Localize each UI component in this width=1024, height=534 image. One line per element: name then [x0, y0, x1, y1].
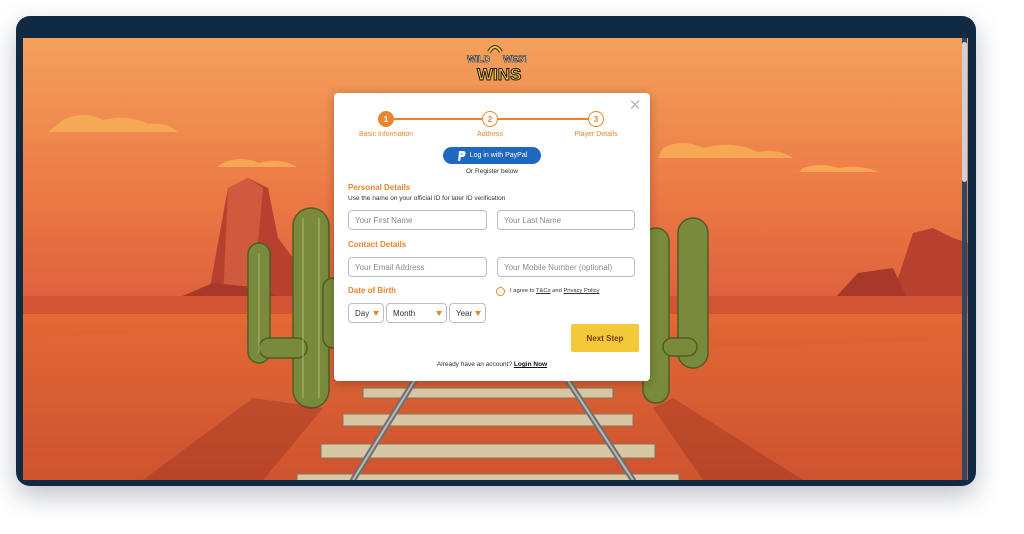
mobile-field[interactable]: Your Mobile Number (optional)	[497, 257, 635, 277]
step-1-label: Basic Information	[358, 131, 414, 138]
browser-frame: WILD WEST WINS ✕ 1 Basic Information 2 A…	[16, 16, 976, 486]
step-3-label: Player Details	[574, 131, 618, 138]
stepper-line-2	[498, 118, 596, 120]
dob-day-value: Day	[355, 308, 370, 318]
next-step-button[interactable]: Next Step	[571, 324, 639, 352]
wild-west-wins-logo[interactable]: WILD WEST WINS	[463, 44, 527, 84]
svg-text:WEST: WEST	[503, 54, 527, 64]
last-name-field[interactable]: Your Last Name	[497, 210, 635, 230]
dob-month-value: Month	[393, 308, 416, 318]
page-viewport: WILD WEST WINS ✕ 1 Basic Information 2 A…	[23, 38, 968, 480]
terms-agreement-row: I agree to T&Cs and Privacy Policy	[496, 285, 600, 297]
tcs-link[interactable]: T&Cs	[536, 288, 551, 294]
dob-day-select[interactable]: Day	[348, 303, 384, 323]
paypal-login-label: Log in with PayPal	[469, 152, 528, 159]
chevron-down-icon	[373, 311, 379, 316]
or-register-text: Or Register below	[465, 168, 519, 175]
contact-details-heading: Contact Details	[348, 240, 407, 249]
svg-text:WINS: WINS	[477, 65, 521, 84]
paypal-icon	[457, 150, 466, 161]
already-account-text: Already have an account?	[436, 361, 513, 368]
chevron-down-icon	[475, 311, 481, 316]
first-name-field[interactable]: Your First Name	[348, 210, 487, 230]
personal-details-heading: Personal Details	[348, 183, 411, 192]
email-field[interactable]: Your Email Address	[348, 257, 487, 277]
personal-details-hint: Use the name on your official ID for lat…	[348, 195, 506, 202]
terms-agree-radio[interactable]	[496, 286, 505, 296]
dob-month-select[interactable]: Month	[386, 303, 447, 323]
scrollbar-thumb[interactable]	[962, 42, 967, 182]
login-now-link[interactable]: Login Now	[514, 361, 547, 368]
dob-year-select[interactable]: Year	[449, 303, 486, 323]
step-3-circle[interactable]: 3	[588, 111, 604, 127]
svg-text:WILD: WILD	[467, 54, 490, 64]
dob-year-value: Year	[456, 308, 473, 318]
step-2-label: Address	[477, 131, 503, 138]
step-1-circle[interactable]: 1	[378, 111, 394, 127]
registration-stepper: 1 Basic Information 2 Address 3 Player D…	[334, 109, 650, 143]
chevron-down-icon	[436, 311, 442, 316]
registration-modal: ✕ 1 Basic Information 2 Address 3 Player…	[334, 93, 650, 381]
date-of-birth-heading: Date of Birth	[348, 286, 396, 295]
terms-agree-prefix: I agree to	[510, 288, 535, 294]
step-2-circle[interactable]: 2	[482, 111, 498, 127]
terms-agree-and: and	[552, 288, 562, 294]
privacy-policy-link[interactable]: Privacy Policy	[563, 288, 599, 294]
stepper-line-1	[394, 118, 490, 120]
login-prompt: Already have an account? Login Now	[334, 361, 650, 368]
page-scrollbar[interactable]	[962, 38, 967, 480]
paypal-login-button[interactable]: Log in with PayPal	[443, 147, 541, 164]
